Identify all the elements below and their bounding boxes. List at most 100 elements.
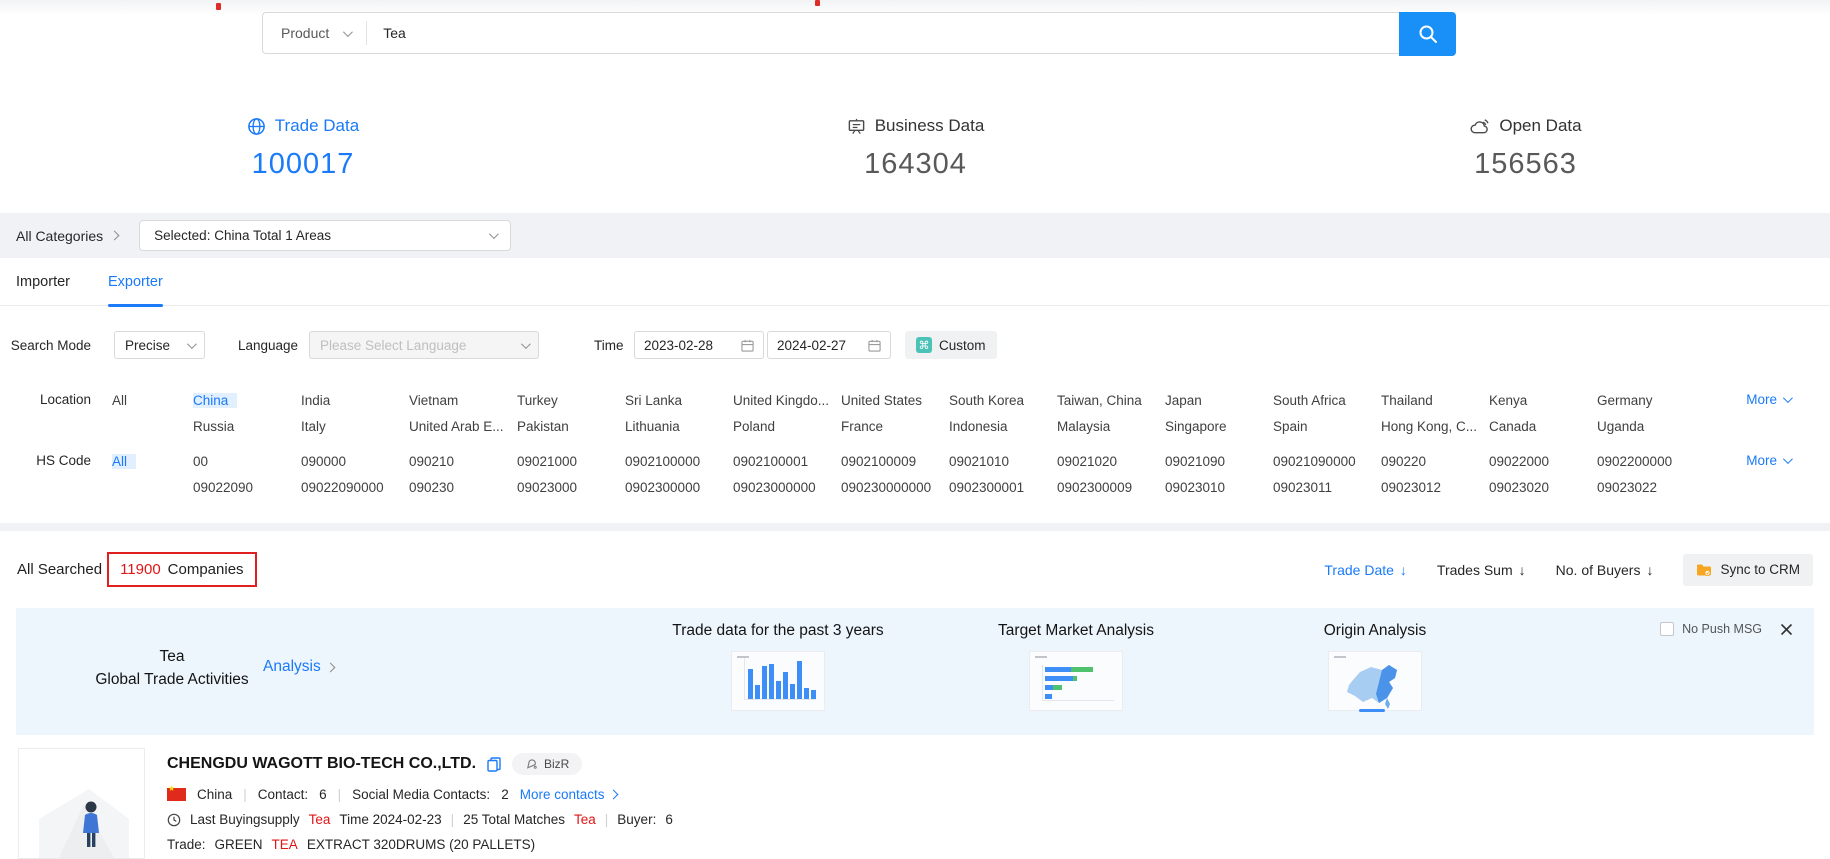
sort-option[interactable]: Trade Date [1324, 562, 1407, 578]
sync-to-crm-button[interactable]: Sync to CRM [1683, 554, 1813, 586]
hs-code-option[interactable]: 09023022 [1597, 480, 1705, 495]
hs-code-option[interactable]: 09023012 [1381, 480, 1489, 495]
origin-analysis-card: Origin Analysis [1225, 622, 1525, 711]
hs-code-option[interactable]: 090230000000 [841, 480, 949, 495]
hs-code-option[interactable]: 09023010 [1165, 480, 1273, 495]
company-photo[interactable] [18, 748, 145, 859]
hs-code-option[interactable]: 09021000 [517, 454, 625, 469]
location-option[interactable]: United Kingdo... [733, 393, 841, 408]
location-option[interactable]: China [193, 393, 301, 408]
location-option[interactable]: France [841, 419, 949, 434]
target-market-card: Target Market Analysis [926, 622, 1226, 711]
location-option[interactable]: Pakistan [517, 419, 625, 434]
stat-business-data[interactable]: Business Data 164304 [828, 116, 1003, 181]
hs-code-option[interactable]: 09023000 [517, 480, 625, 495]
hs-code-option[interactable]: 09023011 [1273, 480, 1381, 495]
hs-code-option[interactable]: 0902200000 [1597, 454, 1705, 469]
location-option[interactable]: Spain [1273, 419, 1381, 434]
close-icon[interactable] [1780, 623, 1793, 636]
search-category-dropdown[interactable]: Product [263, 25, 366, 41]
date-from-input[interactable]: 2023-02-28 [634, 331, 764, 359]
hs-code-option[interactable]: 090230 [409, 480, 517, 495]
more-contacts-link[interactable]: More contacts [520, 787, 617, 802]
search-button[interactable] [1399, 12, 1456, 56]
location-option[interactable]: Vietnam [409, 393, 517, 408]
analysis-link[interactable]: Analysis [263, 658, 334, 676]
location-option[interactable]: South Africa [1273, 393, 1381, 408]
location-option[interactable]: Germany [1597, 393, 1705, 408]
stat-open-data[interactable]: Open Data 156563 [1448, 116, 1603, 181]
hs-code-option[interactable]: 09022000 [1489, 454, 1597, 469]
hs-code-option[interactable]: 0902300000 [625, 480, 733, 495]
location-option[interactable]: India [301, 393, 409, 408]
sort-option[interactable]: No. of Buyers [1556, 562, 1654, 578]
search-input[interactable]: Tea [367, 25, 406, 41]
hs-code-option[interactable]: 090210 [409, 454, 517, 469]
location-option[interactable]: Hong Kong, C... [1381, 419, 1489, 434]
hs-code-option[interactable]: 09022090000 [301, 480, 409, 495]
location-more-link[interactable]: More [1746, 392, 1790, 407]
language-select[interactable]: Please Select Language [309, 331, 539, 359]
tab[interactable]: Importer [16, 258, 70, 305]
all-categories-button[interactable]: All Categories [16, 228, 118, 244]
hs-code-option[interactable]: 0902300009 [1057, 480, 1165, 495]
hs-code-option[interactable]: 0902100001 [733, 454, 841, 469]
location-option[interactable]: Italy [301, 419, 409, 434]
stacked-bar-thumbnail[interactable] [1029, 651, 1123, 711]
hs-code-option[interactable]: 09021090 [1165, 454, 1273, 469]
copy-icon[interactable] [487, 757, 501, 772]
hs-code-option[interactable]: 09023000000 [733, 480, 841, 495]
location-option[interactable]: Poland [733, 419, 841, 434]
search-mode-select[interactable]: Precise [114, 331, 205, 359]
location-option[interactable]: United Arab E... [409, 419, 517, 434]
hs-code-option[interactable]: 090000 [301, 454, 409, 469]
location-option[interactable]: South Korea [949, 393, 1057, 408]
no-push-label: No Push MSG [1682, 622, 1762, 636]
hs-code-option[interactable]: All [112, 454, 193, 469]
location-option[interactable]: Malaysia [1057, 419, 1165, 434]
date-to-input[interactable]: 2024-02-27 [767, 331, 891, 359]
location-option[interactable]: Thailand [1381, 393, 1489, 408]
hs-code-option[interactable]: 09023020 [1489, 480, 1597, 495]
location-option[interactable]: All [112, 393, 193, 408]
location-option[interactable]: Singapore [1165, 419, 1273, 434]
more-label: More [1746, 453, 1777, 468]
hs-code-option[interactable]: 090220 [1381, 454, 1489, 469]
hs-code-option[interactable]: 09021010 [949, 454, 1057, 469]
tab[interactable]: Exporter [108, 258, 163, 305]
hs-code-option[interactable]: 09021020 [1057, 454, 1165, 469]
hs-code-option[interactable]: 0902100000 [625, 454, 733, 469]
hs-code-option[interactable]: 00 [193, 454, 301, 469]
location-option[interactable]: Lithuania [625, 419, 733, 434]
stat-trade-data[interactable]: Trade Data 100017 [228, 116, 378, 181]
location-option[interactable]: Uganda [1597, 419, 1705, 434]
location-option[interactable]: Kenya [1489, 393, 1597, 408]
hs-code-option[interactable]: 09022090 [193, 480, 301, 495]
bar-chart-thumbnail[interactable] [731, 651, 825, 711]
company-result-row[interactable]: CHENGDU WAGOTT BIO-TECH CO.,LTD. BizR Ch… [0, 748, 1830, 859]
location-option[interactable]: United States [841, 393, 949, 408]
location-option[interactable]: Taiwan, China [1057, 393, 1165, 408]
location-option[interactable]: Indonesia [949, 419, 1057, 434]
custom-time-button[interactable]: Custom [905, 331, 997, 359]
location-option[interactable]: Canada [1489, 419, 1597, 434]
hs-code-more-link[interactable]: More [1746, 453, 1790, 468]
trade-label: Trade: [167, 837, 206, 852]
date-from-value: 2023-02-28 [644, 338, 713, 353]
location-option[interactable]: Russia [193, 419, 301, 434]
bizr-badge[interactable]: BizR [512, 753, 582, 775]
selected-areas-dropdown[interactable]: Selected: China Total 1 Areas [139, 220, 511, 251]
folder-icon [1696, 563, 1712, 577]
chevron-down-icon [187, 339, 197, 349]
hs-code-option[interactable]: 0902300001 [949, 480, 1057, 495]
china-map-thumbnail[interactable] [1328, 651, 1422, 711]
company-name[interactable]: CHENGDU WAGOTT BIO-TECH CO.,LTD. [167, 755, 476, 773]
sort-option[interactable]: Trades Sum [1437, 562, 1526, 578]
location-option[interactable]: Japan [1165, 393, 1273, 408]
location-option[interactable]: Sri Lanka [625, 393, 733, 408]
no-push-checkbox[interactable] [1660, 622, 1674, 636]
hs-code-option[interactable]: 09021090000 [1273, 454, 1381, 469]
location-option[interactable]: Turkey [517, 393, 625, 408]
search-category-label: Product [281, 25, 329, 41]
hs-code-option[interactable]: 0902100009 [841, 454, 949, 469]
